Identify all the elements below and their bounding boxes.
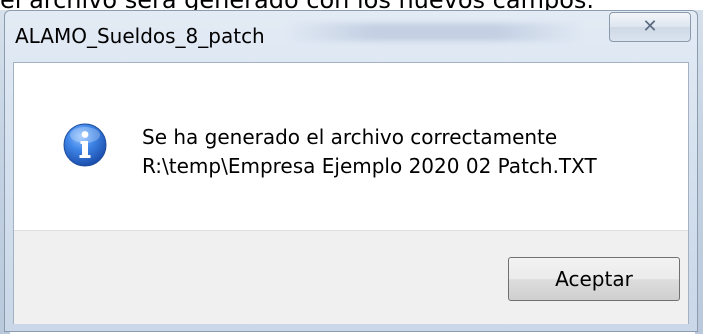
dialog-title: ALAMO_Sueldos_8_patch (15, 24, 265, 48)
dialog-message: Se ha generado el archivo correctamente … (142, 123, 597, 181)
accept-button[interactable]: Aceptar (508, 257, 680, 301)
dialog-content: Se ha generado el archivo correctamente … (13, 62, 689, 324)
title-bar-glass (285, 23, 585, 41)
close-button[interactable]: ✕ (609, 12, 691, 42)
dialog-button-area: Aceptar (14, 230, 688, 324)
dialog-title-bar[interactable]: ALAMO_Sueldos_8_patch ✕ (5, 11, 697, 55)
message-line-1: Se ha generado el archivo correctamente (142, 125, 558, 149)
message-line-2: R:\temp\Empresa Ejemplo 2020 02 Patch.TX… (142, 154, 597, 178)
information-icon (63, 123, 107, 167)
close-icon: ✕ (642, 16, 658, 37)
message-dialog: ALAMO_Sueldos_8_patch ✕ Se ha generado e… (4, 10, 698, 332)
